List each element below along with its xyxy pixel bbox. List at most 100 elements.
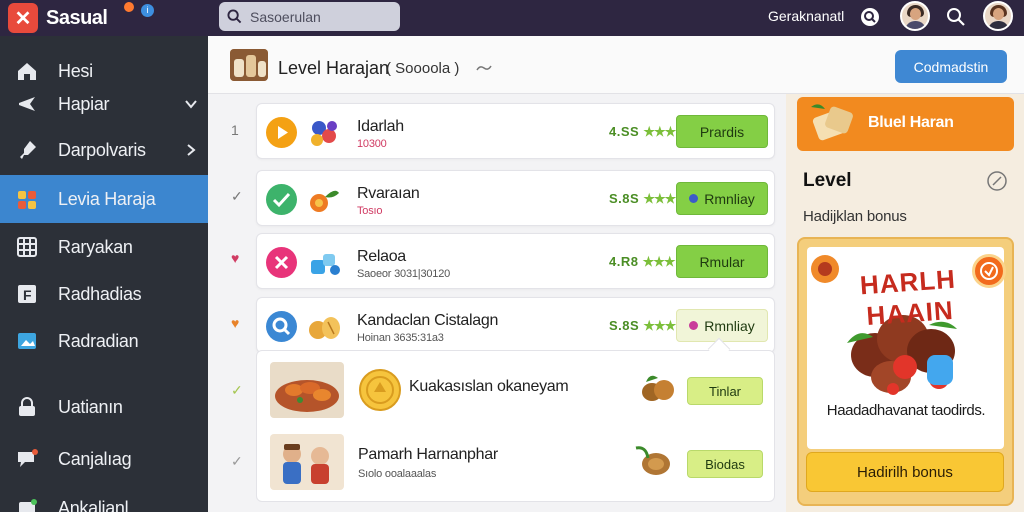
sub-row-title: Pamarh Harnanphar <box>358 446 498 463</box>
status-dot-icon <box>689 194 699 203</box>
search-icon[interactable] <box>946 7 966 27</box>
nuts-icon <box>642 375 674 401</box>
search-bubble-icon[interactable] <box>860 7 880 27</box>
grid-icon <box>17 237 37 257</box>
user-name[interactable]: Geraknanatl <box>768 8 844 24</box>
sidebar-item-label: Darpolvaris <box>58 139 146 160</box>
banner-title: Bluel Haran <box>868 114 954 131</box>
berries-icon <box>311 121 337 146</box>
sidebar-item-label: Radhadias <box>58 283 142 304</box>
wave-icon <box>476 65 492 71</box>
row-marker: ✓ <box>231 382 243 398</box>
search-input[interactable] <box>250 8 390 25</box>
sidebar-item-label: Levia Haraja <box>58 188 156 209</box>
chevron-down-icon <box>185 100 197 109</box>
sidebar-item-ankalianl[interactable]: Ankalianl <box>0 484 208 512</box>
box-icon <box>19 499 37 512</box>
row-action-button[interactable]: Rmnliay <box>676 182 768 215</box>
notification-badge <box>124 2 134 12</box>
row-rating: 4.R8 ★★★ <box>609 254 676 269</box>
list-item[interactable]: Kandaclan Cistalagn Hoinan 3635:31a3 S.8… <box>256 297 775 353</box>
gem-icon <box>311 254 340 275</box>
sub-row-title: Kuakasıslan okaneyam <box>409 378 569 395</box>
row-marker: 1 <box>231 122 239 138</box>
stars-icon: ★★★ <box>643 191 676 206</box>
info-badge-icon: i <box>141 4 154 17</box>
brand[interactable]: ✕ Sasual <box>8 3 108 33</box>
list-item[interactable]: Rvaraıan Tosıo S.8S ★★★ Rmnliay <box>256 170 775 226</box>
fruit-icon <box>310 190 339 212</box>
edit-icon[interactable] <box>986 170 1008 192</box>
lock-icon <box>19 397 35 416</box>
sidebar-item-darpolvaris[interactable]: Darpolvaris <box>0 126 208 174</box>
home-icon <box>18 63 36 80</box>
bread-icon <box>309 317 340 339</box>
row-title: Rvaraıan <box>357 185 420 202</box>
sidebar-item-label: Ankalianl <box>58 497 129 512</box>
list-item[interactable]: Relaoa Saoeor 3031|30120 4.R8 ★★★ Rmular <box>256 233 775 289</box>
level-banner[interactable]: Bluel Haran <box>797 97 1014 151</box>
chevron-right-icon <box>187 144 196 156</box>
level-thumbnail <box>230 49 268 81</box>
sidebar-item-canjaliag[interactable]: Canjalıag <box>0 435 208 483</box>
row-subtitle: Hoinan 3635:31a3 <box>357 332 444 344</box>
check-icon <box>266 184 297 215</box>
row-marker: ✓ <box>231 188 243 204</box>
sidebar-item-radradian[interactable]: Radradian <box>0 317 208 365</box>
svg-text:F: F <box>23 287 32 303</box>
sidebar-item-uatianin[interactable]: Uatianın <box>0 383 208 431</box>
sidebar-item-levia-haraja[interactable]: Levia Haraja <box>0 175 208 223</box>
brand-logo-icon: ✕ <box>8 3 38 33</box>
sidebar-item-radhadias[interactable]: F Radhadias <box>0 270 208 318</box>
avatar[interactable] <box>900 1 930 31</box>
scroll-icon <box>811 104 853 141</box>
seed-icon <box>635 446 670 475</box>
puzzle-icon <box>18 191 36 209</box>
sidebar-item-hapiar[interactable]: Hapiar <box>0 80 208 128</box>
sidebar-item-label: Uatianın <box>58 396 123 417</box>
play-icon <box>266 117 297 148</box>
chat-icon <box>18 449 38 467</box>
page-subtitle: ( Soooola ) <box>386 60 460 77</box>
row-marker: ✓ <box>231 453 243 469</box>
row-rating: S.8S ★★★ <box>609 318 676 333</box>
brand-name: Sasual <box>46 6 108 29</box>
sidebar-item-label: Raryakan <box>58 236 133 257</box>
coin-icon <box>359 369 401 411</box>
characters-image <box>270 434 344 490</box>
search-icon <box>227 9 242 24</box>
primary-action-button[interactable]: Codmadstin <box>895 50 1007 83</box>
row-subtitle: 10300 <box>357 138 387 150</box>
promo-title: HARLH HAAIN <box>858 263 957 331</box>
row-action-button[interactable]: Rmular <box>676 245 768 278</box>
stars-icon: ★★★ <box>642 254 676 269</box>
page-title: Level Harajan <box>278 58 390 78</box>
row-action-button[interactable]: Prardis <box>676 115 768 148</box>
close-icon <box>266 247 297 278</box>
row-title: Kandaclan Cistalagn <box>357 312 499 329</box>
sidebar-item-label: Radradian <box>58 330 139 351</box>
f-square-icon: F <box>18 285 36 303</box>
search-box[interactable] <box>219 2 400 31</box>
sidebar-item-raryakan[interactable]: Raryakan <box>0 223 208 271</box>
row-title: Idarlah <box>357 118 404 135</box>
bonus-button[interactable]: Hadirilh bonus <box>806 452 1004 492</box>
row-rating: S.8S ★★★ <box>609 191 676 206</box>
list-item[interactable]: Idarlah 10300 4.SS ★★★ Prardis <box>256 103 775 159</box>
sub-row-action-button[interactable]: Biodas <box>687 450 763 478</box>
sub-list-item[interactable]: Pamarh Harnanphar Sıolo ooalaaalas Bioda… <box>270 434 770 494</box>
top-bar: ✕ Sasual i Geraknanatl <box>0 0 1024 36</box>
row-action-button[interactable]: Rmnliay <box>676 309 768 342</box>
sub-row-subtitle: Sıolo ooalaaalas <box>358 468 437 480</box>
right-subheading: Hadijklan bonus <box>803 208 907 225</box>
row-rating: 4.SS ★★★ <box>609 124 676 139</box>
row-marker: ♥ <box>231 315 240 331</box>
row-title: Relaoa <box>357 248 406 265</box>
image-icon <box>18 333 36 349</box>
profile-avatar[interactable] <box>983 1 1013 31</box>
sub-list-item[interactable]: Kuakasıslan okaneyam Tinlar <box>270 362 770 422</box>
search-icon <box>266 311 297 342</box>
stars-icon: ★★★ <box>643 318 676 333</box>
sub-row-action-button[interactable]: Tinlar <box>687 377 763 405</box>
status-dot-icon <box>689 321 699 330</box>
